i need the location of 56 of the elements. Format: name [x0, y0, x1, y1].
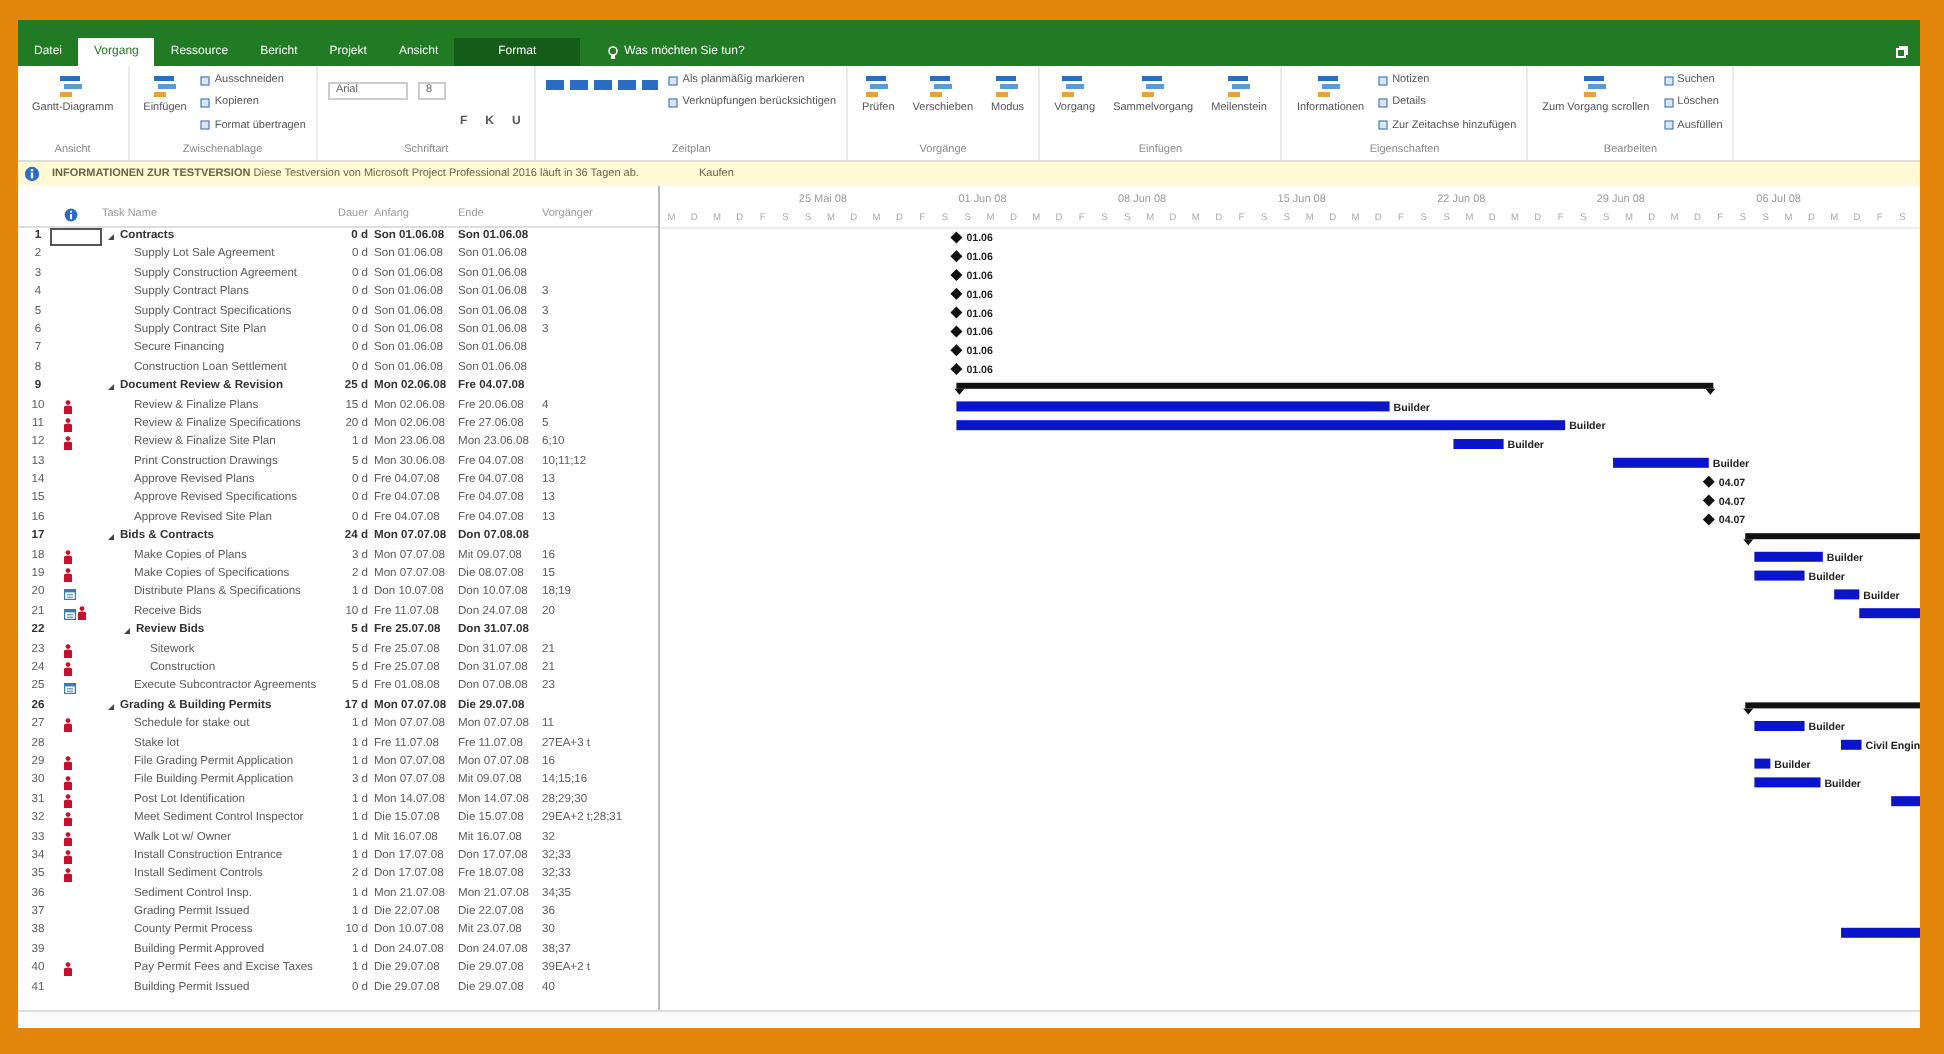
milestone-marker — [950, 287, 963, 300]
milestone-marker — [950, 306, 963, 319]
milestone-marker — [1702, 475, 1715, 488]
milestone-marker — [950, 363, 963, 375]
task-bar — [1891, 796, 1920, 807]
square-icon — [668, 97, 679, 108]
square-icon — [668, 75, 679, 86]
task-bars-icon — [1316, 72, 1345, 98]
info-icon — [24, 166, 40, 182]
milestone-marker — [950, 250, 963, 263]
milestone-marker — [1702, 513, 1715, 526]
milestone-marker — [1702, 494, 1715, 507]
task-bar — [1754, 721, 1805, 731]
task-bar — [1754, 551, 1823, 562]
task-bar — [1834, 589, 1860, 600]
task-bar — [1841, 927, 1920, 938]
task-bars-icon — [993, 72, 1022, 98]
square-icon — [1378, 120, 1389, 131]
square-icon — [200, 97, 211, 108]
milestone-marker — [950, 269, 963, 281]
task-bars-icon — [1581, 72, 1610, 98]
milestone-marker — [950, 344, 963, 357]
task-bars-icon — [928, 72, 957, 98]
task-bar — [1754, 570, 1805, 581]
task-bar — [1859, 608, 1920, 619]
collapse-icon[interactable] — [108, 534, 114, 541]
square-icon — [1378, 97, 1389, 108]
task-bars-icon — [58, 72, 87, 98]
collapse-icon[interactable] — [108, 384, 114, 391]
square-icon — [1663, 120, 1674, 131]
milestone-marker — [950, 231, 963, 244]
square-icon — [1663, 97, 1674, 108]
square-icon — [1378, 75, 1389, 86]
milestone-marker — [950, 325, 963, 338]
horizontal-scrollbar[interactable] — [18, 1010, 1920, 1028]
task-bar — [1453, 439, 1504, 449]
lightbulb-icon — [608, 45, 619, 59]
square-icon — [1663, 75, 1674, 86]
square-icon — [200, 120, 211, 131]
task-bars-icon — [1060, 72, 1089, 98]
progress-buttons-icon — [546, 78, 659, 94]
collapse-icon[interactable] — [108, 234, 114, 241]
square-icon — [200, 75, 211, 86]
selected-cell[interactable] — [50, 228, 102, 247]
task-bar — [1841, 739, 1862, 750]
task-bar — [1754, 758, 1771, 769]
task-bars-icon — [1139, 72, 1168, 98]
task-bar — [1613, 457, 1709, 468]
restore-icon — [1896, 46, 1908, 58]
collapse-icon[interactable] — [124, 628, 130, 635]
task-bars-icon — [151, 72, 180, 98]
task-bars-icon — [1225, 72, 1254, 98]
collapse-icon[interactable] — [108, 703, 114, 710]
task-bars-icon — [864, 72, 893, 98]
info-icon — [64, 208, 78, 222]
task-bar — [1754, 777, 1821, 788]
